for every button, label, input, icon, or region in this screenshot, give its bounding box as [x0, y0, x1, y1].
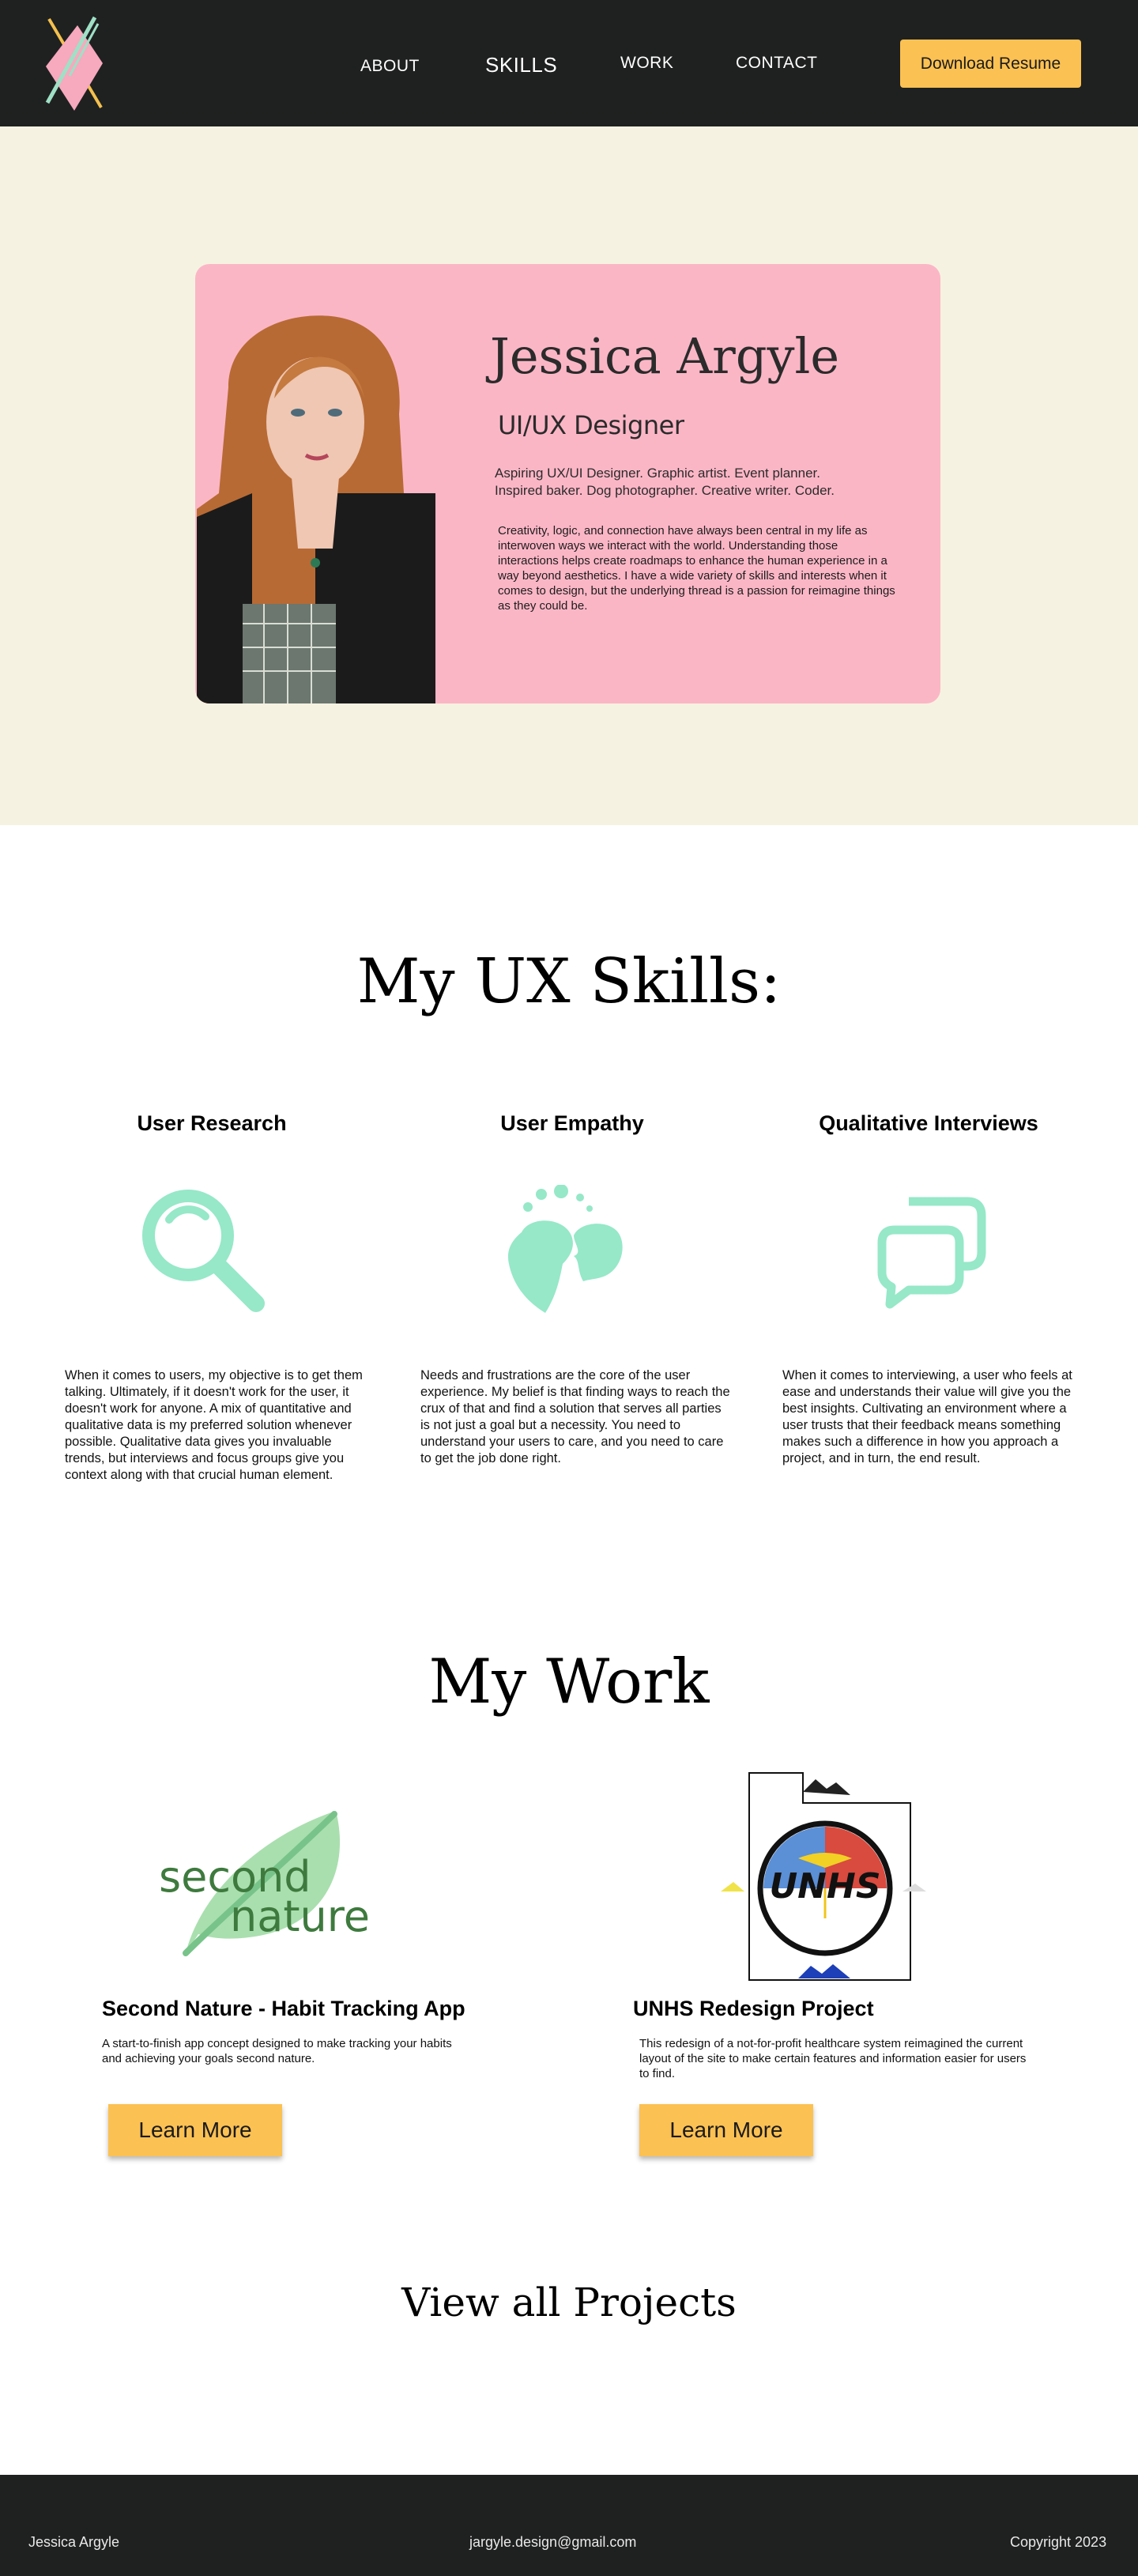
nav-skills-link[interactable]: SKILLS [485, 53, 557, 77]
hero-tagline-line2: Inspired baker. Dog photographer. Creati… [495, 483, 835, 498]
hero-tagline-line1: Aspiring UX/UI Designer. Graphic artist.… [495, 466, 820, 481]
skill-text-user-research: When it comes to users, my objective is … [65, 1368, 363, 1482]
project-desc-second-nature: A start-to-finish app concept designed t… [102, 2037, 452, 2065]
unhs-logo[interactable]: UNHS [721, 1771, 926, 1985]
hero-role: UI/UX Designer [498, 410, 684, 440]
second-nature-logo-word2: nature [230, 1891, 370, 1941]
unhs-logo-word: UNHS [769, 1866, 880, 1907]
skill-title-qualitative-interviews: Qualitative Interviews [819, 1111, 1038, 1135]
project-desc-unhs: This redesign of a not-for-profit health… [639, 2037, 1027, 2080]
chat-bubbles-icon [877, 1197, 986, 1309]
nav-work-link[interactable]: WORK [620, 54, 673, 73]
view-all-projects-link[interactable]: View all Projects [0, 2280, 1138, 2325]
profile-photo [197, 311, 435, 703]
project-title-unhs: UNHS Redesign Project [633, 1997, 874, 2020]
skill-text-user-empathy: Needs and frustrations are the core of t… [420, 1368, 730, 1465]
hero-tagline: Aspiring UX/UI Designer. Graphic artist.… [495, 465, 906, 500]
hero-bio: Creativity, logic, and connection have a… [498, 524, 895, 613]
intro-card: Jessica Argyle UI/UX Designer Aspiring U… [195, 264, 940, 703]
second-nature-logo[interactable]: second nature [154, 1779, 399, 1966]
skill-title-user-empathy: User Empathy [500, 1111, 644, 1135]
hero-section: Jessica Argyle UI/UX Designer Aspiring U… [0, 126, 1138, 825]
skill-title-user-research: User Research [137, 1111, 287, 1135]
nav-contact-link[interactable]: CONTACT [736, 54, 817, 73]
nav-about-link[interactable]: ABOUT [360, 57, 420, 76]
download-resume-button[interactable]: Download Resume [900, 40, 1081, 88]
work-section: My Work second nature Second Nature - Ha… [0, 1597, 1138, 2475]
learn-more-button-unhs[interactable]: Learn More [639, 2104, 813, 2156]
skills-title: My UX Skills: [356, 946, 782, 1017]
footer-email-link[interactable]: jargyle.design@gmail.com [469, 2534, 636, 2551]
magnifying-glass-icon [142, 1190, 265, 1312]
hero-name: Jessica Argyle [490, 327, 840, 385]
two-heads-icon [507, 1185, 623, 1313]
project-title-second-nature: Second Nature - Habit Tracking App [102, 1997, 465, 2020]
learn-more-button-second-nature[interactable]: Learn More [108, 2104, 282, 2156]
footer-name: Jessica Argyle [28, 2534, 120, 2550]
footer-copyright: Copyright 2023 [1010, 2534, 1107, 2550]
work-title: My Work [428, 1646, 710, 1718]
top-nav: ABOUT SKILLS WORK CONTACT Download Resum… [0, 0, 1138, 126]
site-logo[interactable] [40, 14, 111, 114]
skill-text-qualitative-interviews: When it comes to interviewing, a user wh… [782, 1368, 1072, 1465]
skills-section: My UX Skills: User Research When it come… [0, 825, 1138, 1597]
footer: Jessica Argyle jargyle.design@gmail.com … [0, 2475, 1138, 2576]
